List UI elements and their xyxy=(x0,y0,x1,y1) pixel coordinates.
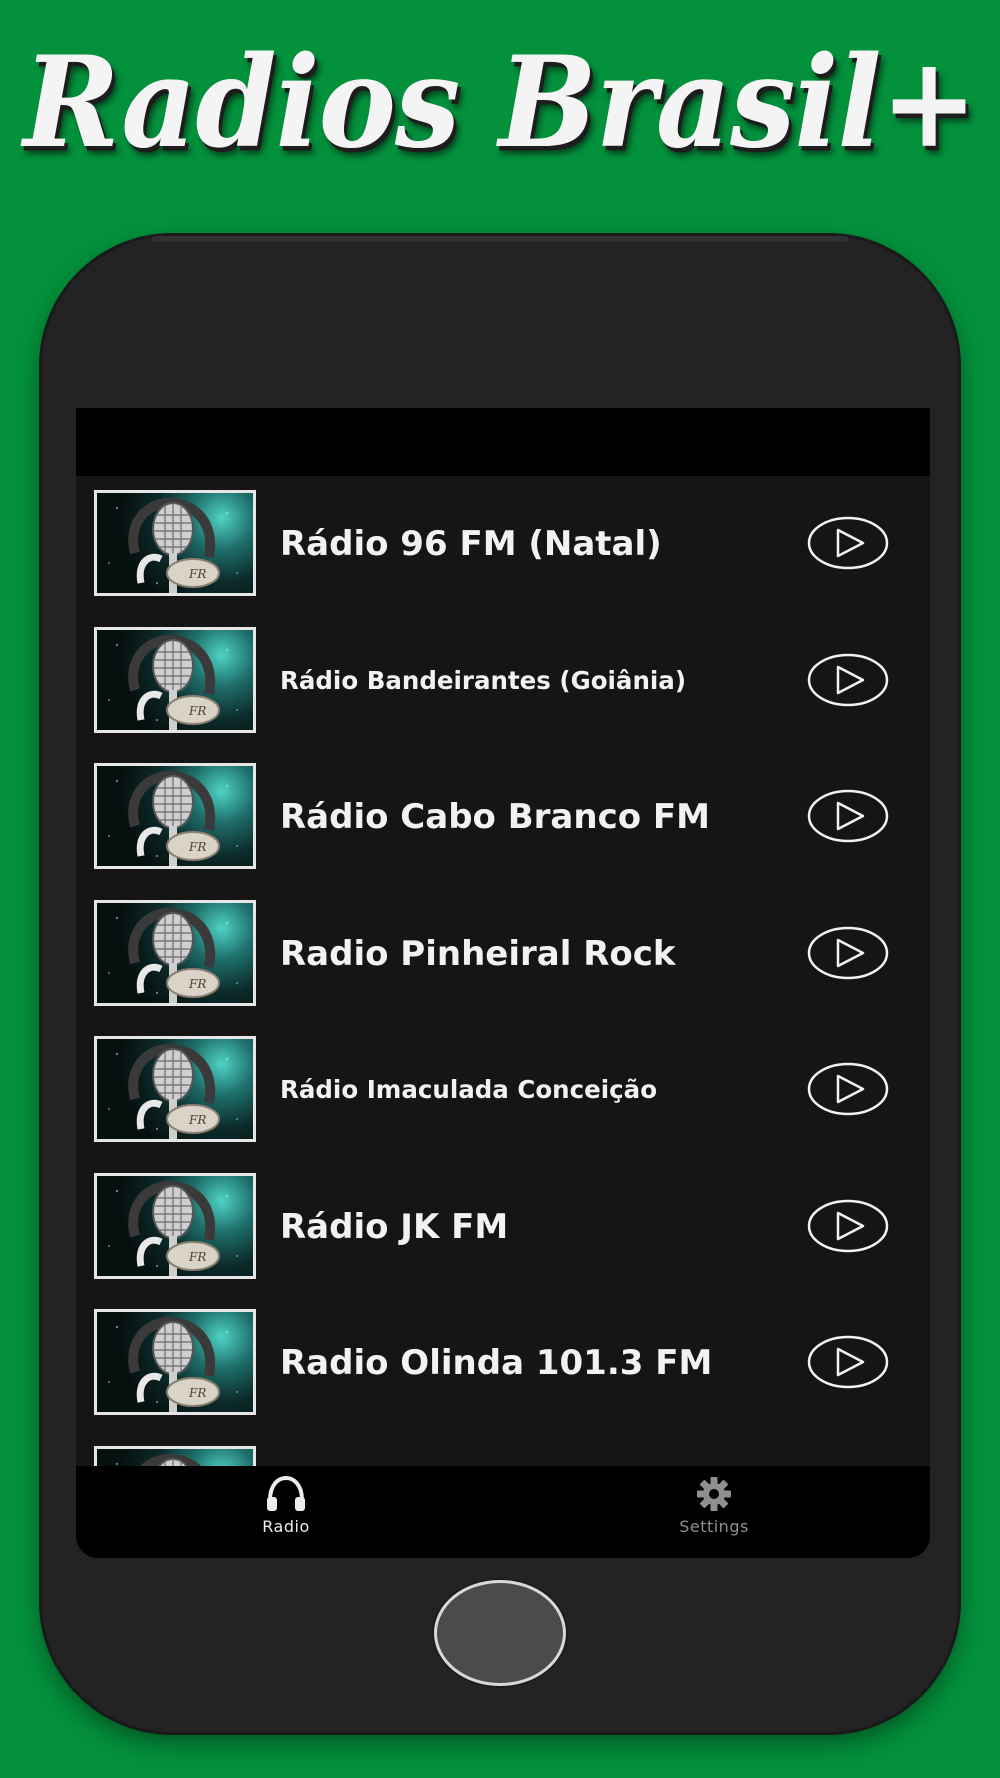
play-button[interactable] xyxy=(807,1335,889,1389)
nav-label-settings: Settings xyxy=(679,1517,749,1536)
play-button[interactable] xyxy=(807,516,889,570)
station-name: Radio Olinda 101.3 FM xyxy=(280,1343,713,1383)
nav-tab-radio[interactable]: Radio xyxy=(186,1474,386,1550)
home-button[interactable] xyxy=(434,1580,566,1686)
phone-top-edge xyxy=(152,236,848,242)
promo-title: Radios Brasil+ xyxy=(23,29,977,177)
nav-label-radio: Radio xyxy=(262,1517,310,1536)
station-name: Radio Pinheiral Rock xyxy=(280,933,676,974)
play-icon xyxy=(807,1199,889,1257)
bottom-navigation: Radio Settings xyxy=(76,1466,930,1558)
play-icon xyxy=(807,789,889,847)
play-icon xyxy=(807,1335,889,1393)
microphone-logo-icon: FR xyxy=(94,763,256,869)
station-name: Rádio JK FM xyxy=(280,1206,509,1247)
station-row[interactable]: FR Rádio Cabo Branco FM xyxy=(76,749,930,885)
play-button[interactable] xyxy=(807,926,889,980)
station-row[interactable]: FR Rádio 96 FM (Natal) xyxy=(76,476,930,612)
play-button[interactable] xyxy=(807,1199,889,1253)
play-icon xyxy=(807,926,889,984)
station-row[interactable]: FR Rádio Imaculada Conceição xyxy=(76,1022,930,1158)
svg-text:FR: FR xyxy=(188,1386,206,1400)
station-row[interactable]: FR Radio Olinda 101.3 FM xyxy=(76,1295,930,1431)
microphone-logo-icon: FR xyxy=(94,1036,256,1142)
station-name: Rádio Imaculada Conceição xyxy=(280,1075,658,1104)
station-name: Rádio Bandeirantes (Goiânia) xyxy=(280,665,687,695)
svg-text:FR: FR xyxy=(188,977,206,991)
station-name: Rádio Cabo Branco FM xyxy=(280,797,710,837)
headphones-icon xyxy=(267,1475,305,1511)
svg-text:FR: FR xyxy=(188,1250,206,1264)
play-button[interactable] xyxy=(807,1062,889,1116)
gear-icon xyxy=(697,1477,731,1511)
play-icon xyxy=(807,1062,889,1120)
station-row[interactable]: FR Rádio JK FM xyxy=(76,1159,930,1295)
microphone-logo-icon: FR xyxy=(94,1172,256,1279)
play-icon xyxy=(807,516,889,574)
microphone-logo-icon: FR xyxy=(94,899,256,1006)
station-row[interactable]: FR Radio Pinheiral Rock xyxy=(76,886,930,1022)
phone-frame: FR Rádio 96 FM (Natal) FR Rádio Bandeirante… xyxy=(42,236,958,1732)
play-button[interactable] xyxy=(807,653,889,707)
station-row[interactable]: FR Rádio Bandeirantes (Goiânia) xyxy=(76,613,930,749)
microphone-logo-icon: FR xyxy=(94,626,256,733)
svg-text:FR: FR xyxy=(188,704,206,718)
play-icon xyxy=(807,653,889,711)
play-button[interactable] xyxy=(807,789,889,843)
nav-tab-settings[interactable]: Settings xyxy=(614,1474,814,1550)
svg-text:FR: FR xyxy=(188,1113,206,1127)
microphone-logo-icon: FR xyxy=(94,490,256,596)
svg-text:FR: FR xyxy=(188,840,206,854)
station-name: Rádio 96 FM (Natal) xyxy=(280,524,662,564)
app-screen: FR Rádio 96 FM (Natal) FR Rádio Bandeirante… xyxy=(76,408,930,1558)
station-list[interactable]: FR Rádio 96 FM (Natal) FR Rádio Bandeirante… xyxy=(76,476,930,1476)
app-header-bar xyxy=(76,408,930,476)
svg-text:FR: FR xyxy=(188,567,206,581)
microphone-logo-icon: FR xyxy=(94,1309,256,1415)
